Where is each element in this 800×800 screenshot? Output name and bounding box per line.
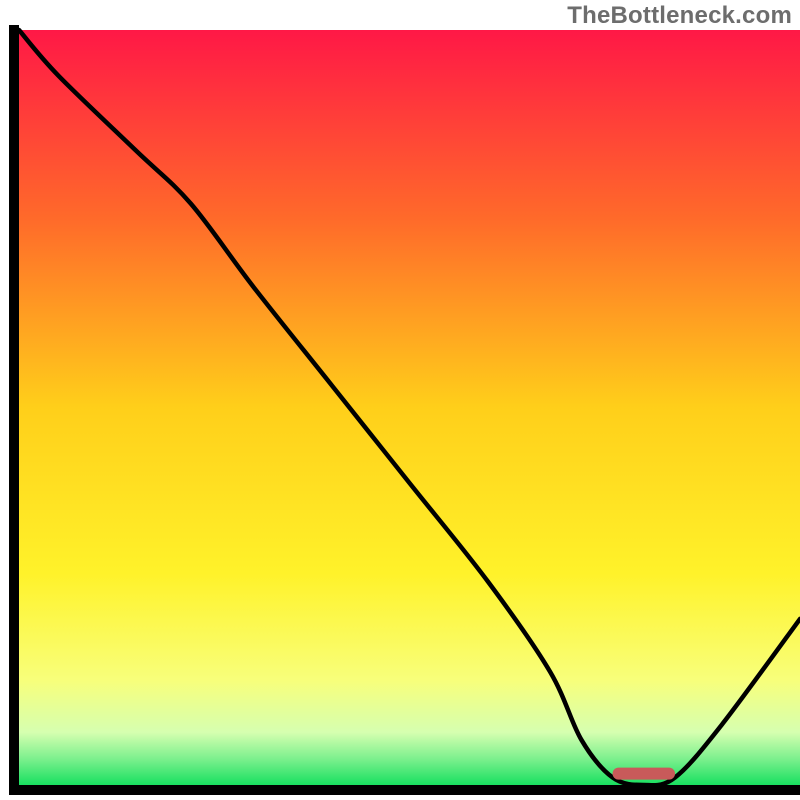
chart-svg: [0, 0, 800, 800]
optimal-marker: [613, 768, 675, 780]
plot-background: [19, 30, 800, 785]
bottleneck-chart: TheBottleneck.com: [0, 0, 800, 800]
watermark-text: TheBottleneck.com: [567, 2, 792, 30]
